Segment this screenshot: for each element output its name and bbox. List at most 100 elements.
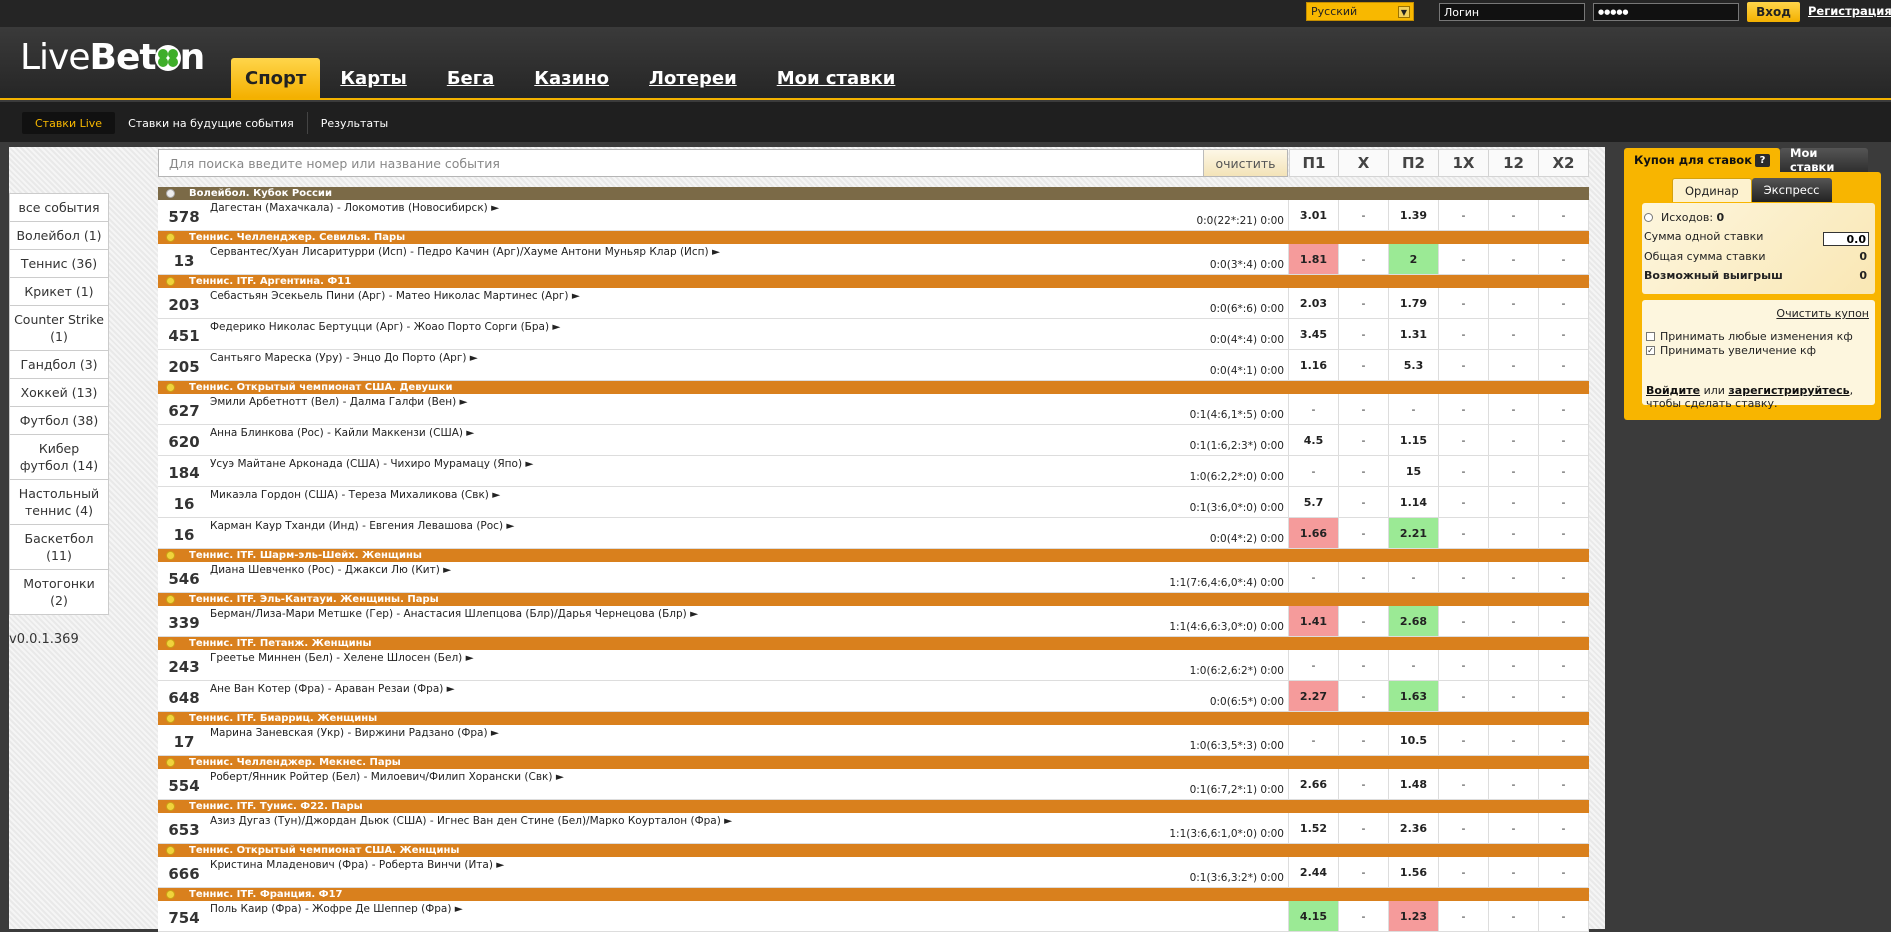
subtab-live[interactable]: Ставки Live xyxy=(22,112,116,134)
odd-cell-п2[interactable]: 1.31 xyxy=(1389,319,1439,349)
sidebar-item-motor-racing[interactable]: Мотогонки (2) xyxy=(9,570,109,615)
event-name-link[interactable]: Греетье Миннен (Бел) - Хелене Шлосен (Бе… xyxy=(210,652,474,664)
tennis-ball-icon xyxy=(166,890,175,899)
login-button[interactable]: Вход xyxy=(1747,2,1800,22)
odd-cell-x: - xyxy=(1339,200,1389,230)
subtab-results[interactable]: Результаты xyxy=(308,112,402,134)
sidebar-item-handball[interactable]: Гандбол (3) xyxy=(9,351,109,379)
password-input[interactable] xyxy=(1593,3,1739,21)
odd-cell-п1[interactable]: 1.81 xyxy=(1289,244,1339,274)
odd-cell-п1[interactable]: 1.66 xyxy=(1289,518,1339,548)
odd-cell-п2[interactable]: 1.48 xyxy=(1389,769,1439,799)
event-name-link[interactable]: Дагестан (Махачкала) - Локомотив (Новоси… xyxy=(210,202,499,214)
sidebar-item-cricket[interactable]: Крикет (1) xyxy=(9,278,109,306)
event-name-link[interactable]: Азиз Дугаз (Тун)/Джордан Дьюк (США) - Иг… xyxy=(210,815,732,827)
odd-cell-п2[interactable]: 1.56 xyxy=(1389,857,1439,887)
nav-lotteries[interactable]: Лотереи xyxy=(629,58,757,98)
odd-cell-x2: - xyxy=(1539,901,1589,931)
event-name-link[interactable]: Ане Ван Котер (Фра) - Араван Резаи (Фра)… xyxy=(210,683,455,695)
odd-cell-п1[interactable]: 2.27 xyxy=(1289,681,1339,711)
odd-cell-п2[interactable]: 1.15 xyxy=(1389,425,1439,455)
odd-cell-п2[interactable]: 1.79 xyxy=(1389,288,1439,318)
event-name-link[interactable]: Роберт/Янник Ройтер (Бел) - Милоевич/Фил… xyxy=(210,771,564,783)
event-name-link[interactable]: Поль Каир (Фра) - Жофре Де Шеппер (Фра) … xyxy=(210,903,463,915)
event-name-link[interactable]: Карман Каур Тханди (Инд) - Евгения Леваш… xyxy=(210,520,514,532)
odd-cell-п1[interactable]: 4.5 xyxy=(1289,425,1339,455)
nav-my-bets[interactable]: Мои ставки xyxy=(757,58,916,98)
bet-type-single[interactable]: Ординар xyxy=(1672,178,1752,202)
odd-cell-п1[interactable]: 1.52 xyxy=(1289,813,1339,843)
event-name-link[interactable]: Берман/Лиза-Мари Метшке (Гер) - Анастаси… xyxy=(210,608,698,620)
subtab-future[interactable]: Ставки на будущие события xyxy=(115,112,308,134)
sidebar-item-all[interactable]: все события xyxy=(9,193,109,222)
event-name-link[interactable]: Федерико Николас Бертуцци (Арг) - Жоао П… xyxy=(210,321,561,333)
odd-cell-п1: - xyxy=(1289,394,1339,424)
clear-search-button[interactable]: очистить xyxy=(1203,150,1287,176)
sidebar-item-football[interactable]: Футбол (38) xyxy=(9,407,109,435)
coupon-login-link[interactable]: Войдите xyxy=(1646,384,1700,397)
event-name-link[interactable]: Эмили Арбетнотт (Вел) - Далма Галфи (Вен… xyxy=(210,396,468,408)
nav-cards[interactable]: Карты xyxy=(320,58,426,98)
odd-cell-п1[interactable]: 2.66 xyxy=(1289,769,1339,799)
event-name-link[interactable]: Себастьян Эсекьель Пини (Арг) - Матео Ни… xyxy=(210,290,580,302)
event-name-link[interactable]: Сантьяго Мареска (Уру) - Энцо До Порто (… xyxy=(210,352,478,364)
event-name-link[interactable]: Кристина Младенович (Фра) - Роберта Винч… xyxy=(210,859,504,871)
sidebar-item-counter-strike[interactable]: Counter Strike (1) xyxy=(9,306,109,351)
events-list: Волейбол. Кубок России 578 Дагестан (Махач… xyxy=(158,187,1589,932)
search-input[interactable] xyxy=(159,150,1204,176)
tab-my-bets[interactable]: Мои ставки xyxy=(1780,146,1868,174)
event-name-link[interactable]: Анна Блинкова (Рос) - Кайли Маккензи (СШ… xyxy=(210,427,474,439)
event-info: Марина Заневская (Укр) - Виржини Радзано… xyxy=(210,725,1289,755)
logo[interactable]: LiveBet n xyxy=(20,37,205,78)
nav-races[interactable]: Бега xyxy=(427,58,514,98)
odd-cell-п1[interactable]: 4.15 xyxy=(1289,901,1339,931)
event-name-link[interactable]: Марина Заневская (Укр) - Виржини Радзано… xyxy=(210,727,499,739)
event-score: 1:0(6:3,5*:3) 0:00 xyxy=(1189,740,1284,752)
sidebar-item-basketball[interactable]: Баскетбол (11) xyxy=(9,525,109,570)
accept-increase-checkbox[interactable]: ✓ xyxy=(1646,346,1655,355)
odd-cell-п2[interactable]: 1.63 xyxy=(1389,681,1439,711)
odd-cell-п2[interactable]: 15 xyxy=(1389,456,1439,486)
accept-any-checkbox[interactable] xyxy=(1646,332,1655,341)
nav-casino[interactable]: Казино xyxy=(514,58,629,98)
odd-cell-x2: - xyxy=(1539,244,1589,274)
coupon-register-link[interactable]: зарегистрируйтесь xyxy=(1728,384,1849,397)
odd-cell-п2[interactable]: 1.14 xyxy=(1389,487,1439,517)
stake-input[interactable] xyxy=(1823,232,1869,246)
odd-cell-1x: - xyxy=(1439,518,1489,548)
odd-cell-п1[interactable]: 2.03 xyxy=(1289,288,1339,318)
sidebar-item-hockey[interactable]: Хоккей (13) xyxy=(9,379,109,407)
event-name-link[interactable]: Усуэ Майтане Арконада (США) - Чихиро Мур… xyxy=(210,458,533,470)
odd-cell-п2[interactable]: 1.23 xyxy=(1389,901,1439,931)
tab-coupon[interactable]: Купон для ставок ? xyxy=(1624,148,1780,172)
odd-cell-п2[interactable]: 2 xyxy=(1389,244,1439,274)
event-name-link[interactable]: Диана Шевченко (Рос) - Джакси Лю (Кит) ► xyxy=(210,564,451,576)
nav-sport[interactable]: Спорт xyxy=(231,58,321,98)
odd-cell-п2[interactable]: 2.68 xyxy=(1389,606,1439,636)
event-name-link[interactable]: Сервантес/Хуан Лисаритурри (Исп) - Педро… xyxy=(210,246,720,258)
odd-cell-п1[interactable]: 3.01 xyxy=(1289,200,1339,230)
odd-cell-п1[interactable]: 1.41 xyxy=(1289,606,1339,636)
event-number: 666 xyxy=(168,865,200,883)
help-icon[interactable]: ? xyxy=(1755,153,1770,167)
language-select[interactable]: Русский ▼ xyxy=(1306,2,1414,21)
register-link[interactable]: Регистрация xyxy=(1808,4,1891,18)
odd-cell-п2[interactable]: 10.5 xyxy=(1389,725,1439,755)
login-input[interactable] xyxy=(1439,3,1585,21)
sidebar-item-volleyball[interactable]: Волейбол (1) xyxy=(9,222,109,250)
odd-cell-п2[interactable]: 1.39 xyxy=(1389,200,1439,230)
odd-cell-п1[interactable]: 1.16 xyxy=(1289,350,1339,380)
odd-cell-п1[interactable]: 3.45 xyxy=(1289,319,1339,349)
clear-coupon-link[interactable]: Очистить купон xyxy=(1776,307,1869,320)
bet-type-express[interactable]: Экспресс xyxy=(1751,178,1832,202)
odd-cell-п1[interactable]: 5.7 xyxy=(1289,487,1339,517)
sidebar-item-cyber-football[interactable]: Кибер футбол (14) xyxy=(9,435,109,480)
odd-cell-п2[interactable]: 2.36 xyxy=(1389,813,1439,843)
odd-cell-п2[interactable]: 5.3 xyxy=(1389,350,1439,380)
odd-cell-п2[interactable]: 2.21 xyxy=(1389,518,1439,548)
sidebar-item-tennis[interactable]: Теннис (36) xyxy=(9,250,109,278)
total-value: 0 xyxy=(1859,250,1867,263)
sidebar-item-table-tennis[interactable]: Настольный теннис (4) xyxy=(9,480,109,525)
event-name-link[interactable]: Микаэла Гордон (США) - Тереза Михаликова… xyxy=(210,489,500,501)
odd-cell-п1[interactable]: 2.44 xyxy=(1289,857,1339,887)
